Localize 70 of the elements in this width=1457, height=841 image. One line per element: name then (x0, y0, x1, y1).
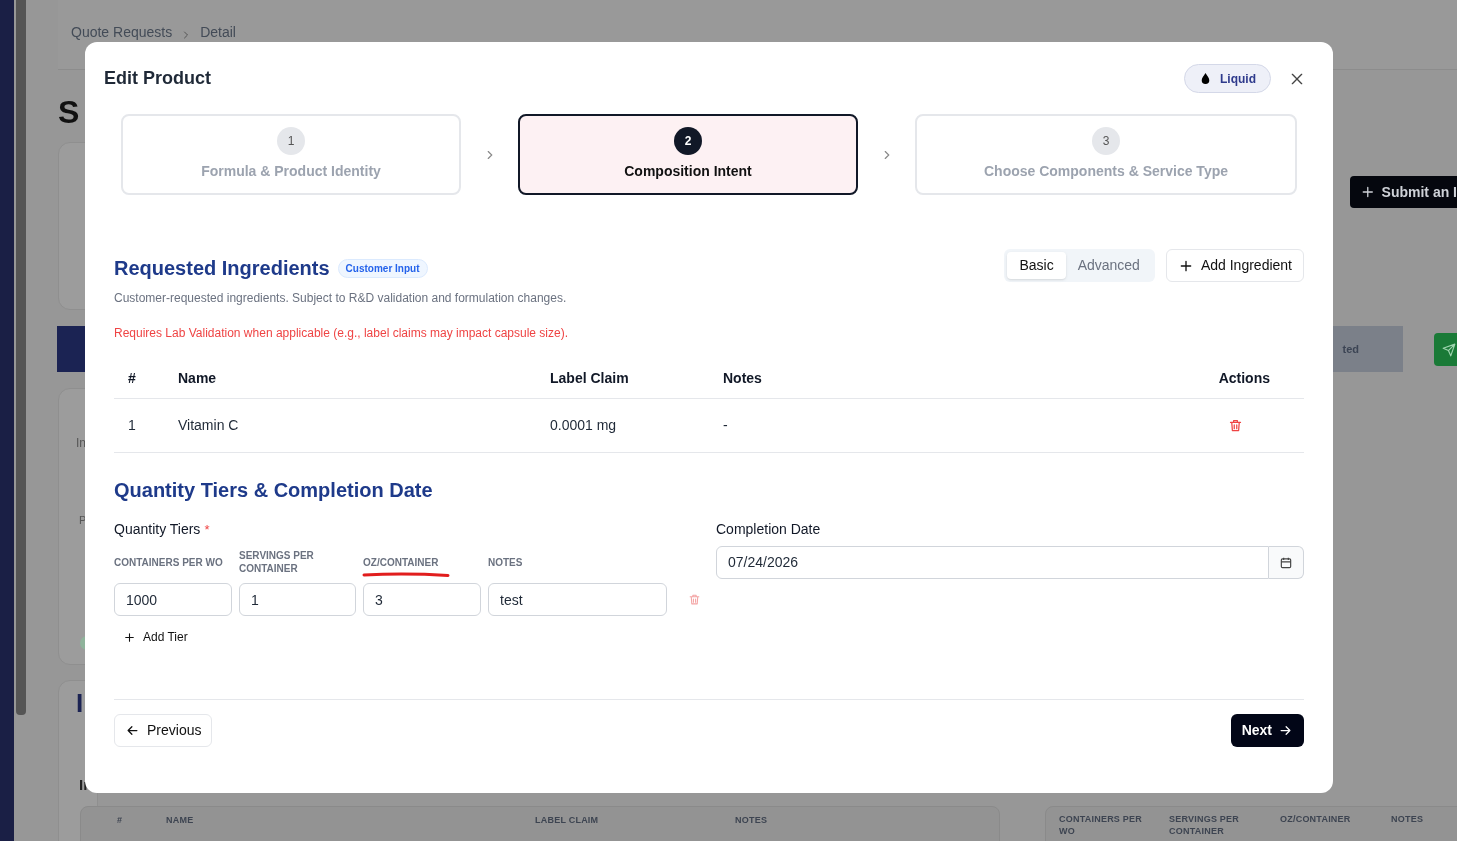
step-number: 2 (674, 127, 702, 155)
page-title: S (58, 93, 80, 132)
input-field[interactable]: 1 (239, 583, 356, 616)
input-field[interactable]: test (488, 583, 667, 616)
type-badge: Liquid (1184, 64, 1271, 93)
delete-button[interactable] (688, 593, 701, 606)
field-label: Quantity Tiers (114, 520, 201, 539)
delete-button[interactable] (1228, 418, 1243, 433)
toggle-tab[interactable]: Advanced (1065, 252, 1152, 279)
step-label: Formula & Product Identity (201, 162, 381, 181)
send-button[interactable] (1434, 333, 1457, 366)
table-cell-text: 0.0001 mg (549, 416, 618, 435)
step-number: 1 (277, 127, 305, 155)
calendar-icon (1279, 555, 1293, 570)
section-description: Customer-requested ingredients. Subject to R&D validation and formulation changes. (114, 290, 568, 307)
scrollbar-thumb[interactable] (16, 0, 26, 715)
step-tab[interactable]: 3 Choose Components & Service Type (915, 114, 1297, 195)
next-button[interactable]: Next (1230, 714, 1304, 747)
send-icon (1442, 342, 1456, 357)
table-cell-text: Vitamin C (177, 416, 240, 435)
previous-button[interactable]: Previous (114, 714, 213, 747)
customer-input-tag: Customer Input (337, 258, 428, 278)
trash-icon (688, 593, 701, 606)
column-header: SERVINGS PER CONTAINER (239, 549, 315, 575)
trash-icon (1228, 418, 1243, 433)
arrow-left-icon (125, 723, 140, 738)
column-header: Label Claim (549, 369, 630, 388)
column-header: NOTES (488, 555, 524, 569)
arrow-right-icon (1278, 723, 1293, 738)
column-header: CONTAINERS PER WO (1059, 813, 1143, 837)
column-header: CONTAINERS PER WO (114, 555, 224, 569)
column-header: NOTES (1391, 813, 1425, 825)
step-label: Choose Components & Service Type (984, 162, 1228, 181)
field-label: Completion Date (716, 520, 822, 539)
calendar-button[interactable] (1269, 546, 1304, 579)
input-field[interactable]: 3 (363, 583, 481, 616)
step-number: 3 (1092, 127, 1120, 155)
column-header: # (117, 814, 123, 827)
column-header: OZ/CONTAINER (1280, 813, 1352, 825)
add-tier-button[interactable]: Add Tier (123, 628, 188, 646)
column-header: Name (177, 369, 218, 388)
required-mark: * (204, 520, 210, 539)
toggle-tab[interactable]: Basic (1007, 252, 1066, 279)
card-text: In (76, 437, 86, 449)
column-header: # (127, 369, 137, 388)
column-header: OZ/CONTAINER (363, 555, 440, 569)
dialog-title: Edit Product (104, 67, 211, 90)
column-header: Notes (722, 369, 763, 388)
plus-icon (123, 630, 136, 644)
banner-bar (57, 326, 87, 372)
table-cell-text: 1 (127, 416, 137, 435)
add-ingredient-button[interactable]: Add Ingredient (1165, 249, 1304, 282)
column-header: SERVINGS PER CONTAINER (1169, 813, 1241, 837)
plus-icon (1360, 184, 1376, 200)
submit-button[interactable]: Submit an I (1350, 176, 1457, 208)
step-tab[interactable]: 2 Composition Intent (518, 114, 858, 195)
date-field[interactable]: 07/24/2026 (716, 546, 1269, 579)
step-tab[interactable]: 1 Formula & Product Identity (121, 114, 461, 195)
input-field[interactable]: 1000 (114, 583, 232, 616)
column-header: NAME (166, 814, 194, 827)
column-header: LABEL CLAIM (535, 814, 599, 827)
section-title: Requested Ingredients (114, 256, 330, 281)
column-header: Actions (1217, 369, 1271, 388)
section-title: Quantity Tiers & Completion Date (114, 478, 434, 503)
table-cell-text: - (722, 416, 729, 435)
validation-warning: Requires Lab Validation when applicable (e.g., label claims may impact capsule size). (114, 325, 568, 342)
column-header: NOTES (735, 814, 768, 827)
card-text: I (76, 690, 84, 716)
step-label: Composition Intent (624, 162, 752, 181)
droplet-icon (1199, 71, 1212, 86)
